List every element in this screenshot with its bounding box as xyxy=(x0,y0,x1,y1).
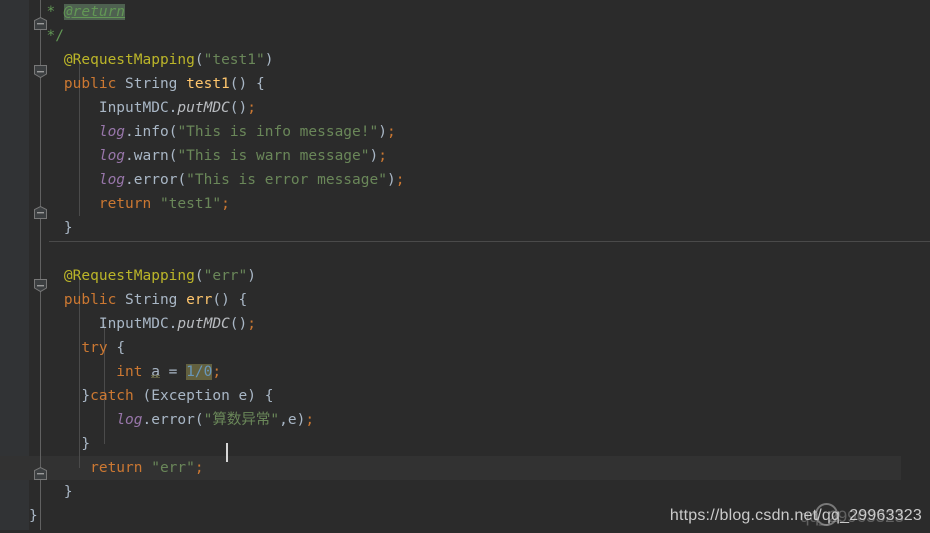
code-token: public xyxy=(29,292,126,308)
code-line[interactable]: * @return xyxy=(29,0,126,24)
code-token: ; xyxy=(378,148,387,164)
code-token: return xyxy=(29,460,152,476)
code-line[interactable]: } xyxy=(29,216,73,240)
code-line[interactable]: */ xyxy=(29,24,64,48)
code-token: } xyxy=(29,388,91,404)
code-token: { xyxy=(116,340,126,356)
code-line[interactable]: InputMDC.putMDC(); xyxy=(29,96,256,120)
code-token: ; xyxy=(194,460,204,476)
code-token: err xyxy=(186,292,213,308)
code-line[interactable]: return "test1"; xyxy=(29,192,230,216)
code-token: int xyxy=(29,364,152,380)
code-line[interactable]: try { xyxy=(29,336,125,360)
code-token: catch xyxy=(90,388,143,404)
code-token: ) xyxy=(264,52,274,68)
code-token: ( xyxy=(177,172,187,188)
code-line[interactable]: } xyxy=(29,504,38,528)
code-token: @RequestMapping xyxy=(29,268,195,284)
code-token: "This is info message!" xyxy=(177,124,379,140)
code-token: try xyxy=(29,340,117,356)
code-token: putMDC xyxy=(177,100,230,116)
code-token: InputMDC. xyxy=(29,316,178,332)
code-token: "This is warn message" xyxy=(177,148,370,164)
code-line[interactable]: }catch (Exception e) { xyxy=(29,384,273,408)
code-token: .error xyxy=(142,412,195,428)
code-token: () { xyxy=(229,76,265,92)
code-token: log xyxy=(98,124,126,140)
code-token: ; xyxy=(221,196,230,212)
code-line[interactable]: public String test1() { xyxy=(29,72,265,96)
code-token: "test1" xyxy=(159,196,222,212)
code-token: ) xyxy=(247,268,256,284)
code-token: ) xyxy=(386,172,396,188)
code-token: log xyxy=(98,172,126,188)
code-token: .info xyxy=(125,124,169,140)
code-text-area[interactable]: * @return */ @RequestMapping("test1") pu… xyxy=(29,0,930,533)
code-line[interactable]: log.warn("This is warn message"); xyxy=(29,144,387,168)
code-token: InputMDC. xyxy=(29,100,178,116)
code-token: ; xyxy=(305,412,315,428)
code-line[interactable]: log.error("This is error message"); xyxy=(29,168,405,192)
code-token: "err" xyxy=(151,460,195,476)
code-token: (Exception e) { xyxy=(142,388,274,404)
code-token: .warn xyxy=(125,148,169,164)
code-token: () { xyxy=(212,292,248,308)
code-line[interactable]: public String err() { xyxy=(29,288,247,312)
code-token: ( xyxy=(194,52,204,68)
code-token: ; xyxy=(247,316,256,332)
code-editor[interactable]: * @return */ @RequestMapping("test1") pu… xyxy=(0,0,930,533)
code-token: test1 xyxy=(186,76,230,92)
code-token: () xyxy=(229,316,248,332)
code-token: String xyxy=(125,76,187,92)
code-token: @RequestMapping xyxy=(29,52,195,68)
code-token: () xyxy=(229,100,248,116)
code-line[interactable]: log.info("This is info message!"); xyxy=(29,120,396,144)
code-line[interactable]: @RequestMapping("test1") xyxy=(29,48,274,72)
code-token: */ xyxy=(29,28,64,44)
code-token: "test1" xyxy=(203,52,265,68)
code-token: } xyxy=(29,220,73,236)
code-token: putMDC xyxy=(177,316,230,332)
code-token: * xyxy=(29,4,64,20)
code-token: public xyxy=(29,76,126,92)
code-line[interactable]: @RequestMapping("err") xyxy=(29,264,256,288)
code-token: ( xyxy=(194,268,204,284)
watermark-url: https://blog.csdn.net/qq_29963323 xyxy=(669,507,922,524)
code-token: } xyxy=(29,508,38,524)
code-token: ; xyxy=(386,124,396,140)
code-token: } xyxy=(29,484,73,500)
code-token: String xyxy=(125,292,187,308)
code-token: ) xyxy=(369,148,379,164)
code-token: ; xyxy=(212,364,222,380)
code-token: return xyxy=(29,196,160,212)
code-token: } xyxy=(29,436,91,452)
code-token: ,e) xyxy=(279,412,306,428)
code-token: @return xyxy=(63,4,126,20)
code-token: "err" xyxy=(203,268,248,284)
code-token: "This is error message" xyxy=(186,172,387,188)
code-token: ; xyxy=(395,172,405,188)
code-line[interactable]: } xyxy=(29,480,73,504)
code-line[interactable]: InputMDC.putMDC(); xyxy=(29,312,256,336)
code-line[interactable]: } xyxy=(29,432,90,456)
text-caret xyxy=(226,443,228,462)
code-token: "算数异常" xyxy=(203,412,280,428)
editor-gutter[interactable] xyxy=(0,0,28,533)
code-token: log xyxy=(116,412,143,428)
code-line[interactable]: return "err"; xyxy=(29,456,204,480)
code-token: ) xyxy=(378,124,387,140)
code-token: ; xyxy=(247,100,256,116)
code-token: .error xyxy=(125,172,178,188)
code-token: = xyxy=(159,364,187,380)
code-token: a xyxy=(151,364,160,380)
code-token: log xyxy=(98,148,126,164)
code-line[interactable]: log.error("算数异常",e); xyxy=(29,408,314,432)
code-token: ( xyxy=(194,412,204,428)
code-token: 1/0 xyxy=(186,364,213,380)
code-line[interactable]: int a = 1/0; xyxy=(29,360,221,384)
